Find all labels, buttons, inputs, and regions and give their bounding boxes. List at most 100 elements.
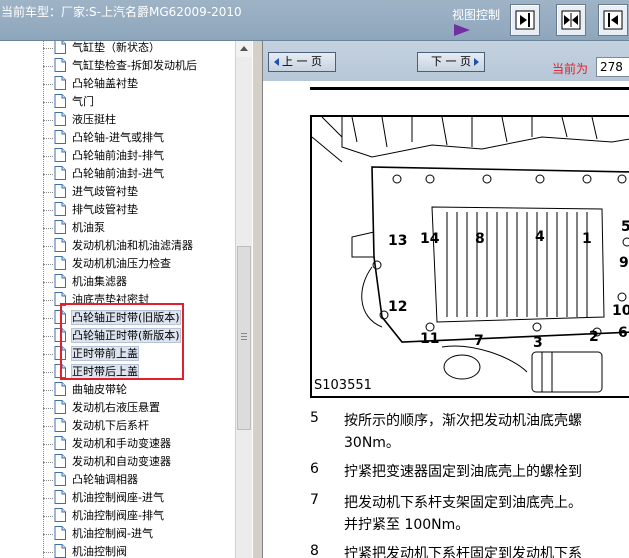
tree-item[interactable]: 机油控制阀座-进气 — [54, 489, 164, 507]
tree-item[interactable]: 机油控制阀 — [54, 543, 127, 558]
tree-item-label: 发动机下后系杆 — [72, 419, 149, 432]
tree-connector — [43, 192, 53, 193]
tree-item[interactable]: 排气歧管衬垫 — [54, 201, 138, 219]
tree-item-label: 发动机右液压悬置 — [72, 401, 160, 414]
tree-connector — [43, 264, 53, 265]
tree-item-label: 进气歧管衬垫 — [72, 185, 138, 198]
callout-9: 9 — [619, 255, 629, 271]
tree-item-label: 机油集滤器 — [72, 275, 127, 288]
tree-connector — [43, 552, 53, 553]
current-page-label: 当前为 — [552, 62, 589, 76]
callout-12: 12 — [388, 299, 408, 315]
tree-item[interactable]: 机油控制阀-进气 — [54, 525, 153, 543]
left-arrow-icon — [274, 58, 279, 66]
tree-item[interactable]: 气缸垫（新状态） — [54, 41, 160, 57]
callout-8: 8 — [475, 231, 485, 247]
tree-item[interactable]: 机油泵 — [54, 219, 105, 237]
tree-item[interactable]: 气门 — [54, 93, 94, 111]
document-icon — [54, 544, 66, 558]
document-icon — [54, 382, 66, 396]
tree-item-label: 发动机机油压力检查 — [72, 257, 171, 270]
tree-item[interactable]: 曲轴皮带轮 — [54, 381, 127, 399]
tree-item[interactable]: 发动机和手动变速器 — [54, 435, 171, 453]
document-icon — [54, 130, 66, 144]
tree-item[interactable]: 发动机和自动变速器 — [54, 453, 171, 471]
tree-connector — [43, 300, 53, 301]
tree-item[interactable]: 机油控制阀座-排气 — [54, 507, 164, 525]
view-control-label: 视图控制 — [452, 8, 501, 22]
tree-item[interactable]: 凸轮轴前油封-排气 — [54, 147, 164, 165]
document-icon — [54, 202, 66, 216]
figure-caption: S103551 — [314, 378, 372, 393]
tree-item[interactable]: 气缸垫检查-拆卸发动机后 — [54, 57, 197, 75]
tree-item[interactable]: 凸轮轴-进气或排气 — [54, 129, 164, 147]
tree-scrollbar[interactable] — [235, 41, 253, 558]
pane-splitter[interactable] — [252, 41, 263, 558]
collapse-right-icon — [603, 10, 623, 30]
scrollbar-thumb[interactable] — [237, 246, 251, 430]
current-page-input[interactable]: 278 — [596, 57, 629, 77]
tree-connector — [43, 84, 53, 85]
document-icon — [54, 490, 66, 504]
document-icon — [54, 166, 66, 180]
tree-item[interactable]: 进气歧管衬垫 — [54, 183, 138, 201]
next-page-button[interactable]: 下 一 页 — [417, 52, 485, 72]
tree-item-label: 凸轮轴前油封-进气 — [72, 167, 164, 180]
oil-pan-diagram: 13 14 8 4 1 5 9 12 10 11 7 3 2 6 S103551 — [310, 115, 629, 398]
next-page-label: 下 一 页 — [431, 55, 471, 68]
view-left-panel-button[interactable] — [598, 4, 628, 36]
callout-13: 13 — [388, 233, 408, 249]
document-icon — [54, 112, 66, 126]
tree-item-label: 气缸垫检查-拆卸发动机后 — [72, 59, 197, 72]
tree-item-label: 机油控制阀-进气 — [72, 527, 153, 540]
view-control-arrow-icon — [454, 24, 470, 36]
document-icon — [54, 148, 66, 162]
document-icon — [54, 94, 66, 108]
tree-item-label: 机油泵 — [72, 221, 105, 234]
tree-item[interactable]: 凸轮轴调相器 — [54, 471, 138, 489]
tree-connector — [43, 156, 53, 157]
callout-7: 7 — [474, 333, 484, 349]
tree-item-label: 发动机机油和机油滤清器 — [72, 239, 193, 252]
document-icon — [54, 238, 66, 252]
tree-item[interactable]: 发动机下后系杆 — [54, 417, 149, 435]
document-icon — [54, 508, 66, 522]
view-right-panel-button[interactable] — [510, 4, 540, 36]
tree-connector — [43, 354, 53, 355]
view-split-button[interactable] — [556, 4, 586, 36]
tree-item-label: 机油控制阀 — [72, 545, 127, 558]
current-model-title: 当前车型：厂家:S-上汽名爵MG62009-2010 — [1, 5, 242, 19]
document-icon — [54, 220, 66, 234]
prev-page-button[interactable]: 上 一 页 — [268, 52, 336, 72]
tree-item[interactable]: 凸轮轴盖衬垫 — [54, 75, 138, 93]
document-icon — [54, 418, 66, 432]
tree-item[interactable]: 液压挺柱 — [54, 111, 116, 129]
tree-connector — [43, 120, 53, 121]
split-view-icon — [561, 10, 581, 30]
callout-5: 5 — [621, 219, 629, 235]
tree-connector — [43, 318, 53, 319]
red-highlight-annotation — [60, 303, 184, 380]
right-arrow-icon — [474, 58, 479, 66]
tree-connector — [43, 498, 53, 499]
tree-item[interactable]: 凸轮轴前油封-进气 — [54, 165, 164, 183]
callout-1: 1 — [582, 231, 592, 247]
oil-pan-drawing — [312, 117, 629, 393]
scroll-up-icon[interactable] — [236, 41, 252, 57]
tree-item[interactable]: 发动机右液压悬置 — [54, 399, 160, 417]
tree-connector — [43, 66, 53, 67]
document-icon — [54, 184, 66, 198]
page-nav-bar: 上 一 页 下 一 页 当前为 — [263, 41, 629, 81]
document-icon — [54, 472, 66, 486]
tree-connector — [43, 102, 53, 103]
callout-11: 11 — [420, 331, 440, 347]
tree-item[interactable]: 发动机机油和机油滤清器 — [54, 237, 193, 255]
tree-item[interactable]: 机油集滤器 — [54, 273, 127, 291]
tree-connector — [43, 210, 53, 211]
callout-2: 2 — [589, 329, 599, 345]
callout-14: 14 — [420, 231, 440, 247]
tree-connector — [43, 48, 53, 49]
document-icon — [54, 400, 66, 414]
prev-page-label: 上 一 页 — [282, 55, 322, 68]
tree-item[interactable]: 发动机机油压力检查 — [54, 255, 171, 273]
